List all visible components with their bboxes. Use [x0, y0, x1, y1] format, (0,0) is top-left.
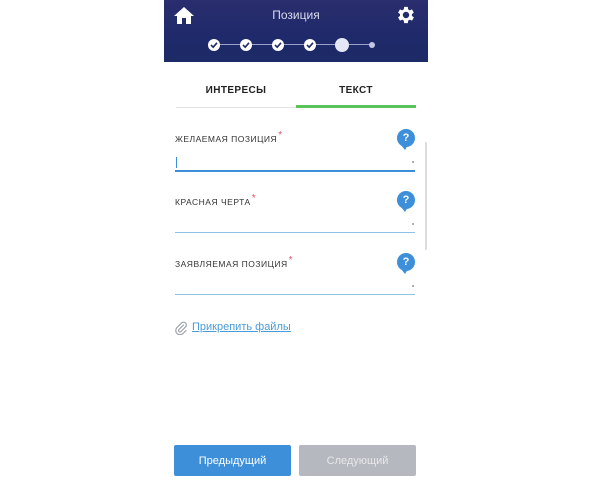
- red-line-input[interactable]: [175, 218, 415, 233]
- field-label: ЖЕЛАЕМАЯ ПОЗИЦИЯ: [175, 134, 278, 144]
- tab-bar: ИНТЕРЕСЫ ТЕКСТ: [176, 76, 416, 108]
- step-completed: [304, 39, 316, 51]
- step-completed: [272, 39, 284, 51]
- check-icon: [274, 42, 282, 49]
- previous-button[interactable]: Предыдущий: [174, 445, 291, 476]
- paperclip-icon: [175, 321, 187, 335]
- tab-text[interactable]: ТЕКСТ: [296, 76, 416, 108]
- check-icon: [242, 42, 250, 49]
- help-icon[interactable]: ?: [397, 191, 415, 212]
- resize-dot: [412, 161, 414, 163]
- page-title: Позиция: [272, 8, 320, 22]
- required-marker: *: [251, 193, 257, 204]
- step-completed: [240, 39, 252, 51]
- settings-button[interactable]: [395, 4, 417, 26]
- progress-stepper: [208, 37, 383, 53]
- attach-files-label[interactable]: Прикрепить файлы: [192, 321, 291, 333]
- field-desired-position: ЖЕЛАЕМАЯ ПОЗИЦИЯ* ?: [175, 129, 415, 174]
- tab-interests[interactable]: ИНТЕРЕСЫ: [176, 76, 296, 108]
- field-red-line: КРАСНАЯ ЧЕРТА* ?: [175, 191, 415, 237]
- help-icon[interactable]: ?: [397, 253, 415, 274]
- next-button[interactable]: Следующий: [299, 445, 416, 476]
- app-header: Позиция: [164, 0, 428, 62]
- field-label: ЗАЯВЛЯЕМАЯ ПОЗИЦИЯ: [175, 259, 288, 269]
- field-claimed-position: ЗАЯВЛЯЕМАЯ ПОЗИЦИЯ* ?: [175, 253, 415, 299]
- required-marker: *: [288, 255, 294, 266]
- gear-icon: [398, 6, 414, 24]
- resize-dot: [412, 223, 414, 225]
- required-marker: *: [278, 130, 283, 141]
- scrollbar[interactable]: [425, 142, 427, 250]
- field-label: КРАСНАЯ ЧЕРТА: [175, 197, 251, 207]
- attach-files-link[interactable]: Прикрепить файлы: [175, 320, 335, 336]
- step-completed: [208, 39, 220, 51]
- check-icon: [306, 42, 314, 49]
- claimed-position-input[interactable]: [175, 280, 415, 295]
- check-icon: [210, 42, 218, 49]
- desired-position-input[interactable]: [175, 156, 415, 172]
- resize-dot: [412, 285, 414, 287]
- step-current: [335, 38, 349, 52]
- mobile-screen: Позиция ИНТЕРЕСЫ ТЕКСТ ЖЕЛАЕМАЯ ПОЗИЦИЯ*…: [164, 0, 428, 486]
- step-future: [369, 42, 375, 48]
- text-caret: [176, 157, 177, 168]
- help-icon[interactable]: ?: [397, 129, 415, 150]
